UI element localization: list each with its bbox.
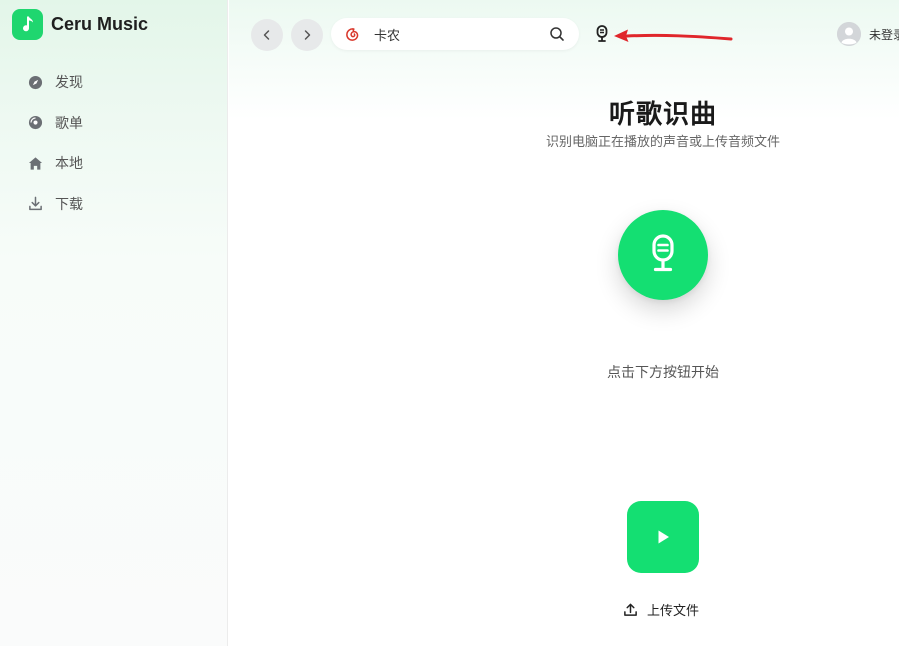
- user-menu[interactable]: 未登录: [837, 22, 899, 46]
- music-note-icon: [12, 9, 43, 40]
- upload-icon: [624, 603, 637, 616]
- compass-icon: [27, 74, 43, 90]
- chevron-left-icon: [263, 30, 270, 40]
- download-icon: [27, 196, 43, 212]
- search-icon[interactable]: [549, 26, 565, 42]
- disc-icon: [27, 115, 43, 131]
- annotation-arrow-icon: [614, 29, 733, 42]
- microphone-icon: [652, 234, 674, 272]
- forward-button[interactable]: [291, 19, 323, 51]
- microphone-icon[interactable]: [595, 25, 609, 43]
- page-title: 听歌识曲: [608, 100, 717, 130]
- sidebar-item-discover[interactable]: 发现: [27, 70, 83, 94]
- play-icon: [658, 530, 669, 544]
- login-status[interactable]: 未登录: [869, 26, 899, 43]
- avatar: [837, 22, 861, 46]
- sidebar-item-download[interactable]: 下载: [27, 192, 83, 216]
- page-subtitle: 识别电脑正在播放的声音或上传音频文件: [545, 135, 780, 150]
- sidebar-item-label: 下载: [55, 196, 83, 213]
- sidebar: Ceru Music 发现 歌单 本地 下载: [0, 0, 228, 646]
- sidebar-item-label: 歌单: [55, 115, 83, 132]
- back-button[interactable]: [251, 19, 283, 51]
- home-icon: [27, 155, 43, 171]
- chevron-right-icon: [304, 30, 311, 40]
- recognize-button[interactable]: [618, 210, 708, 300]
- upload-file-button[interactable]: 上传文件: [623, 600, 699, 619]
- sidebar-item-label: 发现: [55, 75, 83, 91]
- sidebar-item-local[interactable]: 本地: [27, 151, 83, 175]
- start-hint: 点击下方按钮开始: [607, 365, 719, 381]
- search-bar: [331, 18, 579, 50]
- upload-label: 上传文件: [647, 604, 700, 619]
- sidebar-item-label: 本地: [55, 156, 83, 172]
- sidebar-nav: 发现 歌单 本地 下载: [27, 70, 83, 232]
- play-button[interactable]: [627, 501, 699, 573]
- netease-music-icon[interactable]: [344, 26, 360, 42]
- app-name: Ceru Music: [51, 14, 149, 34]
- app-logo[interactable]: Ceru Music: [12, 9, 148, 40]
- search-input[interactable]: [374, 26, 534, 42]
- sidebar-item-playlists[interactable]: 歌单: [27, 111, 83, 135]
